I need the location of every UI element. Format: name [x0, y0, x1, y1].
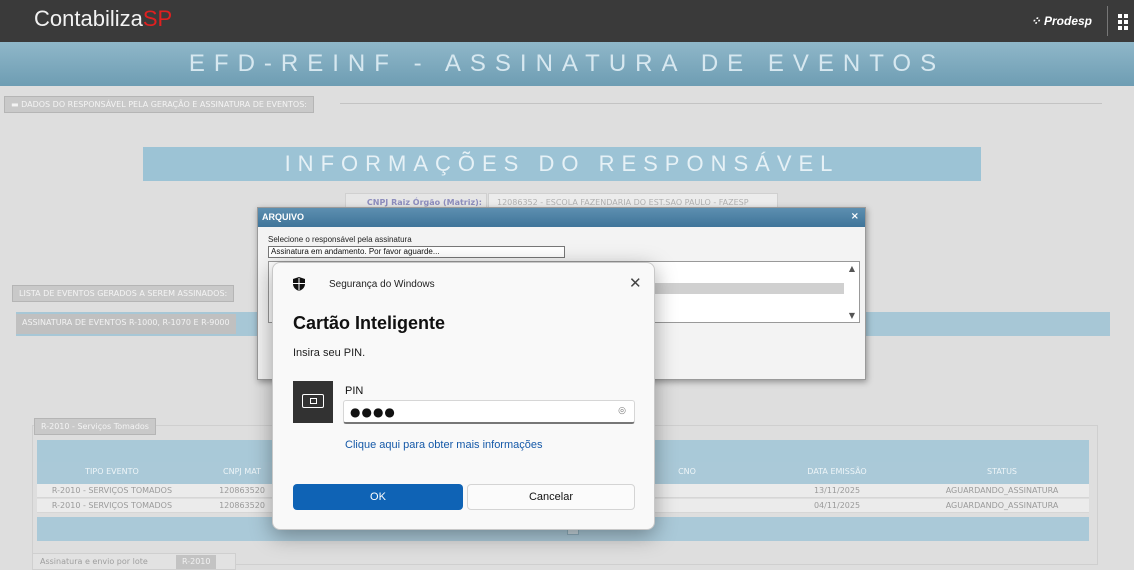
- eventos-section-legend[interactable]: LISTA DE EVENTOS GERADOS A SEREM ASSINAD…: [12, 285, 235, 302]
- cell-status: AGUARDANDO_ASSINATURA: [945, 501, 1059, 510]
- scroll-up-icon[interactable]: ▲: [849, 264, 855, 273]
- page-title: EFD-REINF - ASSINATURA DE EVENTOS: [188, 50, 946, 77]
- column-status[interactable]: STATUS: [927, 467, 1077, 476]
- lote-label: Assinatura e envio por lote: [40, 557, 148, 566]
- responsavel-legend-text: DADOS DO RESPONSÁVEL PELA GERAÇÃO E ASSI…: [21, 100, 307, 109]
- prodesp-icon: ⁘: [1030, 14, 1044, 28]
- column-data-emissao[interactable]: DATA EMISSÃO: [777, 467, 897, 476]
- info-responsavel-header: INFORMAÇÕES DO RESPONSÁVEL: [143, 147, 981, 181]
- info-responsavel-title: INFORMAÇÕES DO RESPONSÁVEL: [284, 151, 840, 176]
- cell-tipo: R-2010 - SERVIÇOS TOMADOS: [51, 486, 173, 495]
- collapse-icon: ▬: [11, 100, 22, 109]
- windows-security-dialog: Segurança do Windows ✕ Cartão Inteligent…: [272, 262, 655, 530]
- pin-input[interactable]: ●●●● ◎: [343, 400, 635, 424]
- prodesp-logo: ⁘ Prodesp: [1031, 14, 1092, 28]
- close-icon[interactable]: ✕: [629, 274, 642, 292]
- r2010-legend-text: R-2010 - Serviços Tomados: [41, 422, 149, 431]
- cancel-button[interactable]: Cancelar: [467, 484, 635, 510]
- prodesp-label: Prodesp: [1043, 14, 1092, 28]
- top-bar: ContabilizaSP ⁘ Prodesp: [0, 0, 1134, 42]
- certificate-list-selected-item[interactable]: [649, 283, 844, 294]
- apps-grid-icon[interactable]: [1118, 14, 1130, 30]
- ok-button[interactable]: OK: [293, 484, 463, 510]
- pin-label: PIN: [345, 385, 364, 397]
- close-icon[interactable]: ×: [851, 211, 859, 222]
- contabilizasp-logo[interactable]: ContabilizaSP: [34, 6, 172, 32]
- assinatura-eventos-tab[interactable]: ASSINATURA DE EVENTOS R-1000, R-1070 E R…: [16, 314, 236, 334]
- arquivo-select-label: Selecione o responsável pela assinatura: [268, 235, 412, 244]
- logo-accent-text: SP: [142, 6, 173, 31]
- logo-main-text: Contabiliza: [34, 6, 143, 31]
- arquivo-title: ARQUIVO: [262, 212, 305, 222]
- smart-card-icon: [293, 381, 333, 423]
- dialog-subtitle: Insira seu PIN.: [293, 347, 366, 359]
- r2010-legend[interactable]: R-2010 - Serviços Tomados: [34, 418, 156, 435]
- arquivo-status-field: Assinatura em andamento. Por favor aguar…: [268, 246, 565, 258]
- scroll-down-icon[interactable]: ▼: [849, 311, 855, 320]
- windows-security-app-name: Segurança do Windows: [329, 279, 435, 290]
- arquivo-titlebar[interactable]: ARQUIVO ×: [258, 208, 865, 227]
- responsavel-fieldset-border: [340, 103, 1102, 104]
- page-banner: EFD-REINF - ASSINATURA DE EVENTOS: [0, 42, 1134, 86]
- dialog-title: Cartão Inteligente: [293, 313, 446, 333]
- lote-r2010-button[interactable]: R-2010: [176, 555, 217, 569]
- shield-icon: [293, 277, 305, 291]
- column-tipo-evento[interactable]: TIPO EVENTO: [37, 467, 187, 476]
- eventos-legend-text: LISTA DE EVENTOS GERADOS A SEREM ASSINAD…: [19, 289, 228, 298]
- cell-status: AGUARDANDO_ASSINATURA: [945, 486, 1059, 495]
- cell-tipo: R-2010 - SERVIÇOS TOMADOS: [51, 501, 173, 510]
- pin-value: ●●●●: [350, 405, 396, 419]
- header-divider: [1107, 6, 1108, 36]
- cell-data: 04/11/2025: [813, 501, 861, 510]
- reveal-password-icon[interactable]: ◎: [618, 406, 626, 416]
- cell-data: 13/11/2025: [813, 486, 861, 495]
- more-info-link[interactable]: Clique aqui para obter mais informações: [345, 439, 543, 451]
- responsavel-section-legend[interactable]: ▬ DADOS DO RESPONSÁVEL PELA GERAÇÃO E AS…: [4, 96, 314, 113]
